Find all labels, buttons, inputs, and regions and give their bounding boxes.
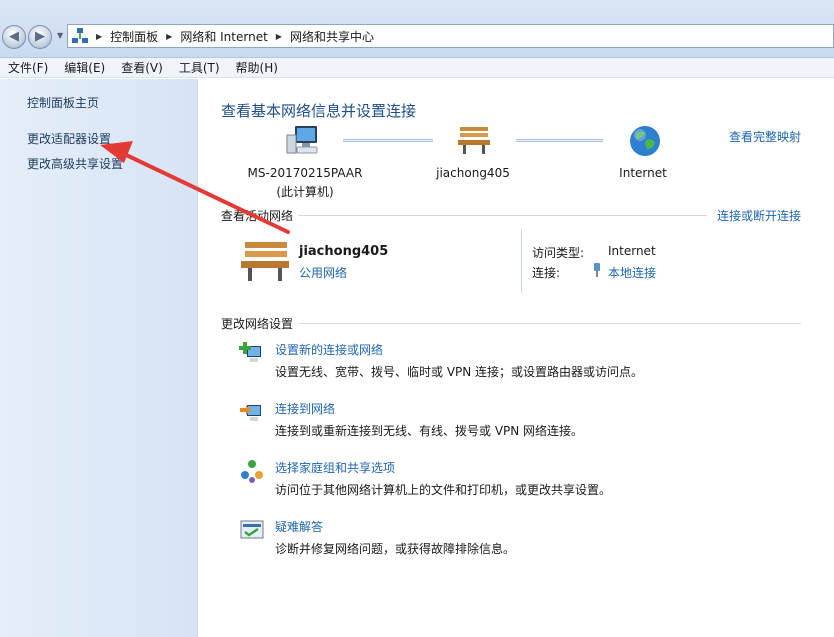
map-connection-line [516, 139, 603, 142]
setup-new-connection-desc: 设置无线、宽带、拨号、临时或 VPN 连接；或设置路由器或访问点。 [275, 365, 644, 379]
connections-label: 连接: [532, 266, 561, 280]
setup-new-connection-link[interactable]: 设置新的连接或网络 [275, 341, 383, 358]
network-name-label: jiachong405 [436, 166, 510, 180]
address-box[interactable]: ▶ 控制面板 ▶ 网络和 Internet ▶ 网络和共享中心 [67, 24, 834, 48]
change-settings-header: 更改网络设置 [221, 317, 294, 331]
homegroup-sharing-link[interactable]: 选择家庭组和共享选项 [275, 459, 395, 476]
connect-disconnect-link[interactable]: 连接或断开连接 [717, 207, 801, 224]
sidebar-item-change-adapter-settings[interactable]: 更改适配器设置 [27, 130, 111, 147]
menu-bar: 文件(F) 编辑(E) 查看(V) 工具(T) 帮助(H) [0, 58, 834, 78]
public-network-bench-icon [241, 242, 289, 281]
back-button[interactable]: ◀ [2, 25, 26, 49]
map-connection-line [343, 139, 433, 142]
menu-help[interactable]: 帮助(H) [228, 59, 286, 76]
troubleshoot-link[interactable]: 疑难解答 [275, 518, 323, 535]
network-category-link[interactable]: 公用网络 [299, 264, 347, 281]
access-type-label: 访问类型: [532, 246, 585, 260]
computer-icon[interactable] [285, 123, 321, 157]
breadcrumb-separator-icon[interactable]: ▶ [96, 32, 102, 41]
section-divider [299, 215, 707, 216]
recent-pages-dropdown[interactable]: ▼ [57, 31, 63, 40]
section-divider [299, 323, 801, 324]
globe-icon[interactable] [629, 125, 661, 157]
homegroup-sharing-desc: 访问位于其他网络计算机上的文件和打印机，或更改共享设置。 [275, 483, 612, 497]
breadcrumb-separator-icon[interactable]: ▶ [276, 32, 282, 41]
sidebar-item-control-panel-home[interactable]: 控制面板主页 [27, 94, 99, 111]
homegroup-icon[interactable] [239, 458, 265, 484]
access-type-value: Internet [608, 244, 656, 258]
active-networks-header: 查看活动网络 [221, 209, 294, 223]
menu-file[interactable]: 文件(F) [0, 59, 56, 76]
main-content: 查看基本网络信息并设置连接 查看完整映射 MS-20170215PAAR (此计… [199, 79, 834, 637]
network-center-icon [72, 28, 88, 44]
connect-to-network-link[interactable]: 连接到网络 [275, 400, 335, 417]
address-bar-area: ◀ ▶ ▼ ▶ 控制面板 ▶ 网络和 Internet ▶ 网络和共享中心 [0, 0, 834, 58]
connect-to-network-desc: 连接到或重新连接到无线、有线、拨号或 VPN 网络连接。 [275, 424, 584, 438]
internet-label: Internet [619, 166, 667, 180]
sidebar: 控制面板主页 更改适配器设置 更改高级共享设置 [0, 79, 198, 637]
computer-sub-label: (此计算机) [276, 185, 334, 199]
view-full-map-link[interactable]: 查看完整映射 [729, 128, 801, 145]
vertical-divider [521, 229, 522, 293]
menu-view[interactable]: 查看(V) [113, 59, 171, 76]
connect-network-icon[interactable] [239, 399, 265, 425]
ethernet-plug-icon [594, 263, 600, 277]
menu-tools[interactable]: 工具(T) [171, 59, 228, 76]
sidebar-item-advanced-sharing-settings[interactable]: 更改高级共享设置 [27, 155, 123, 172]
troubleshoot-icon[interactable] [239, 517, 265, 543]
troubleshoot-desc: 诊断并修复网络问题，或获得故障排除信息。 [275, 542, 516, 556]
bench-icon[interactable] [457, 125, 491, 155]
forward-button[interactable]: ▶ [28, 25, 52, 49]
breadcrumb-separator-icon[interactable]: ▶ [166, 32, 172, 41]
computer-name-label: MS-20170215PAAR [247, 166, 363, 180]
menu-edit[interactable]: 编辑(E) [56, 59, 113, 76]
local-connection-link[interactable]: 本地连接 [608, 264, 656, 281]
active-network-name: jiachong405 [299, 244, 389, 259]
breadcrumb-network-internet[interactable]: 网络和 Internet [180, 28, 267, 45]
new-connection-icon[interactable] [239, 340, 265, 366]
breadcrumb-network-sharing-center[interactable]: 网络和共享中心 [290, 28, 374, 45]
page-title: 查看基本网络信息并设置连接 [221, 102, 417, 120]
breadcrumb-control-panel[interactable]: 控制面板 [110, 28, 158, 45]
